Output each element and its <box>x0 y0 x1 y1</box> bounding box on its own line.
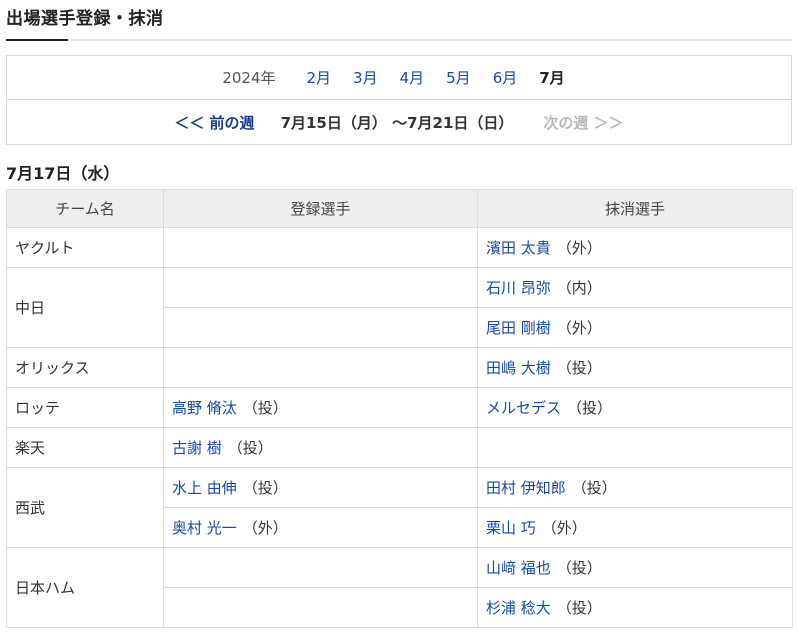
page-title: 出場選手登録・抹消 <box>6 9 164 29</box>
roster-body: ヤクルト 濱田 太貴 （外） 中日 石川 昂弥 （内） 尾田 剛樹 （外） オリックス 田嶋 大樹… <box>6 227 793 628</box>
registered-player-link[interactable]: 水上 由伸 <box>172 479 237 497</box>
week-range: 7月15日（月） ～7月21日（日） <box>280 114 514 132</box>
table-row: 西武 水上 由伸 （投） 田村 伊知郎 （投） <box>6 467 793 548</box>
prev-week-link[interactable]: ＜＜ 前の週 <box>174 112 254 133</box>
removed-cell: 尾田 剛樹 （外） <box>477 307 793 348</box>
removed-player-link[interactable]: メルセデス <box>486 399 561 417</box>
team-name-cell: 西武 <box>6 467 164 548</box>
player-position: （投） <box>556 359 602 377</box>
table-row: ロッテ 高野 脩汰 （投） メルセデス （投） <box>6 387 793 428</box>
player-position: （投） <box>556 559 602 577</box>
removed-player-link[interactable]: 石川 昂弥 <box>486 279 551 297</box>
table-row: オリックス 田嶋 大樹 （投） <box>6 347 793 388</box>
player-position: （内） <box>556 279 602 297</box>
month-link-feb[interactable]: 2月 <box>307 67 332 88</box>
player-position: （投） <box>571 479 617 497</box>
registered-cell <box>163 227 478 268</box>
removed-player-link[interactable]: 尾田 剛樹 <box>486 319 551 337</box>
removed-cell: 濱田 太貴 （外） <box>477 227 793 268</box>
team-name-cell: 日本ハム <box>6 547 164 628</box>
table-header-row: チーム名 登録選手 抹消選手 <box>6 189 793 228</box>
title-underline <box>6 39 792 41</box>
player-position: （投） <box>242 399 288 417</box>
table-row: 楽天 古謝 樹 （投） <box>6 427 793 468</box>
table-row: 中日 石川 昂弥 （内） <box>6 267 793 348</box>
removed-player-link[interactable]: 杉浦 稔大 <box>486 599 551 617</box>
registered-cell <box>163 267 478 308</box>
month-link-jun[interactable]: 6月 <box>493 67 518 88</box>
team-name-cell: 楽天 <box>6 427 164 468</box>
header-team: チーム名 <box>6 189 164 228</box>
registered-cell: 高野 脩汰 （投） <box>163 387 478 428</box>
removed-cell: 山﨑 福也 （投） <box>477 547 793 588</box>
removed-player-link[interactable]: 田嶋 大樹 <box>486 359 551 377</box>
removed-cell: メルセデス （投） <box>477 387 793 428</box>
day-heading: 7月17日（水） <box>6 164 120 183</box>
player-position: （外） <box>242 519 288 537</box>
removed-cell: 杉浦 稔大 （投） <box>477 587 793 628</box>
removed-cell: 田村 伊知郎 （投） <box>477 467 793 508</box>
removed-player-link[interactable]: 田村 伊知郎 <box>486 479 566 497</box>
registered-player-link[interactable]: 高野 脩汰 <box>172 399 237 417</box>
month-selector: 2024年 2月 3月 4月 5月 6月 7月 <box>7 56 791 100</box>
registered-player-link[interactable]: 古謝 樹 <box>172 439 222 457</box>
registered-cell <box>163 587 478 628</box>
player-position: （投） <box>567 399 613 417</box>
removed-player-link[interactable]: 栗山 巧 <box>486 519 536 537</box>
month-link-may[interactable]: 5月 <box>446 67 471 88</box>
month-current-jul: 7月 <box>539 69 565 87</box>
header-registered: 登録選手 <box>163 189 478 228</box>
player-position: （投） <box>556 599 602 617</box>
removed-cell: 石川 昂弥 （内） <box>477 267 793 308</box>
registered-cell <box>163 307 478 348</box>
registered-cell: 古謝 樹 （投） <box>163 427 478 468</box>
removed-cell <box>477 427 793 468</box>
registered-cell: 水上 由伸 （投） <box>163 467 478 508</box>
year-label: 2024年 <box>222 69 276 87</box>
registered-cell: 奥村 光一 （外） <box>163 507 478 548</box>
month-link-apr[interactable]: 4月 <box>400 67 425 88</box>
removed-player-link[interactable]: 濱田 太貴 <box>486 239 551 257</box>
player-position: （外） <box>541 519 587 537</box>
removed-cell: 栗山 巧 （外） <box>477 507 793 548</box>
team-name-cell: ヤクルト <box>6 227 164 268</box>
player-position: （投） <box>242 479 288 497</box>
date-navigation: 2024年 2月 3月 4月 5月 6月 7月 ＜＜ 前の週 7月15日（月） … <box>6 55 792 145</box>
team-name-cell: 中日 <box>6 267 164 348</box>
header-removed: 抹消選手 <box>477 189 793 228</box>
player-position: （外） <box>556 239 602 257</box>
table-row: 日本ハム 山﨑 福也 （投） <box>6 547 793 628</box>
week-selector: ＜＜ 前の週 7月15日（月） ～7月21日（日） 次の週 ＞＞ <box>7 100 791 145</box>
player-position: （投） <box>227 439 273 457</box>
title-underline-accent <box>6 39 68 41</box>
table-row: ヤクルト 濱田 太貴 （外） <box>6 227 793 268</box>
player-position: （外） <box>556 319 602 337</box>
team-name-cell: オリックス <box>6 347 164 388</box>
removed-cell: 田嶋 大樹 （投） <box>477 347 793 388</box>
team-name-cell: ロッテ <box>6 387 164 428</box>
roster-table: チーム名 登録選手 抹消選手 ヤクルト 濱田 太貴 （外） 中日 石川 昂弥 （内） 尾田 … <box>6 189 793 628</box>
removed-player-link[interactable]: 山﨑 福也 <box>486 559 551 577</box>
next-week-disabled: 次の週 ＞＞ <box>543 114 624 132</box>
registered-player-link[interactable]: 奥村 光一 <box>172 519 237 537</box>
registered-cell <box>163 547 478 588</box>
month-link-mar[interactable]: 3月 <box>353 67 378 88</box>
registered-cell <box>163 347 478 388</box>
